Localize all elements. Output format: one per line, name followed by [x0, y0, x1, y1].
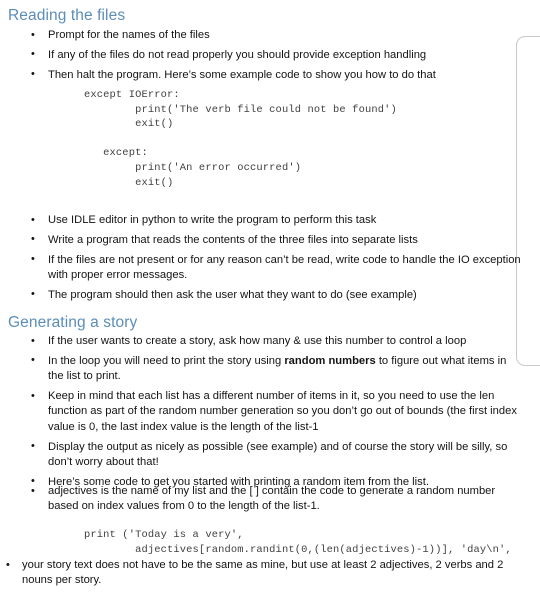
list-item: Display the output as nicely as possible…	[0, 439, 522, 471]
bullet-list-reading-tasks: Use IDLE editor in python to write the p…	[0, 212, 522, 308]
list-item: The program should then ask the user wha…	[0, 287, 522, 303]
list-item: Use IDLE editor in python to write the p…	[0, 212, 522, 228]
bullet-list-reading-intro: Prompt for the names of the files If any…	[0, 27, 520, 87]
bullet-list-adjectives-note: adjectives is the name of my list and th…	[0, 484, 520, 519]
list-item: Then halt the program. Here’s some examp…	[0, 67, 520, 83]
list-item: If the user wants to create a story, ask…	[0, 333, 522, 349]
code-block-random-print: print ('Today is a very', adjectives[ran…	[84, 529, 512, 556]
list-item: adjectives is the name of my list and th…	[0, 484, 520, 515]
list-item-rich: In the loop you will need to print the s…	[0, 353, 522, 385]
code-block-exception-handling: except IOError: print('The verb file cou…	[84, 89, 397, 189]
section-heading-generating-a-story: Generating a story	[8, 314, 138, 331]
bold-random-numbers: random numbers	[284, 354, 376, 367]
list-item: Prompt for the names of the files	[0, 27, 520, 43]
list-item: If the files are not present or for any …	[0, 252, 522, 284]
list-item: Keep in mind that each list has a differ…	[0, 388, 522, 435]
list-item: your story text does not have to be the …	[0, 558, 520, 589]
text-part-1: In the loop you will need to print the s…	[48, 354, 285, 367]
section-heading-reading-the-files: Reading the files	[8, 7, 126, 24]
bullet-list-story-tasks: If the user wants to create a story, ask…	[0, 333, 522, 495]
list-item: Write a program that reads the contents …	[0, 232, 522, 248]
list-item: If any of the files do not read properly…	[0, 47, 520, 63]
bullet-list-story-requirements: your story text does not have to be the …	[0, 558, 520, 593]
